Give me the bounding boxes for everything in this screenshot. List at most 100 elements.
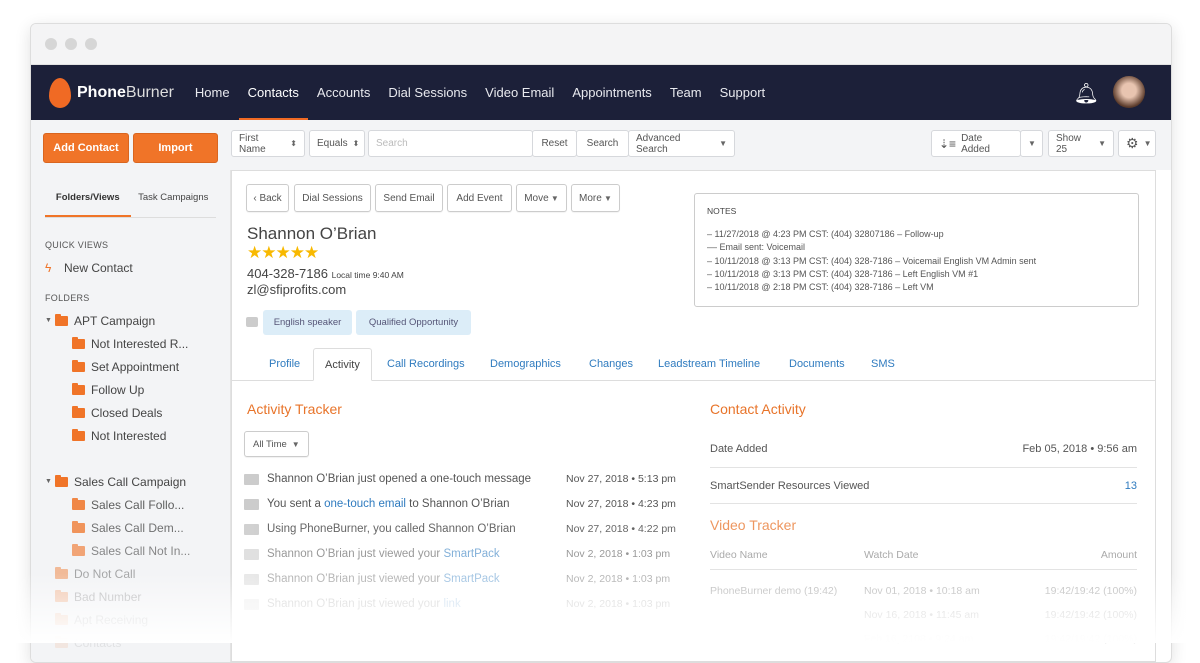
- tab-sms[interactable]: SMS: [860, 348, 906, 381]
- sort-icon: ⇣≡: [939, 136, 957, 151]
- close-dot[interactable]: [45, 38, 57, 50]
- add-event-button[interactable]: Add Event: [447, 184, 512, 212]
- field-select[interactable]: First Name ⬍: [231, 130, 305, 157]
- tab-activity[interactable]: Activity: [313, 348, 372, 381]
- folder-item[interactable]: Sales Call Not In...: [72, 539, 230, 562]
- activity-link[interactable]: one-touch email: [324, 498, 406, 510]
- folder-item[interactable]: Set Appointment: [72, 355, 230, 378]
- minimize-dot[interactable]: [65, 38, 77, 50]
- back-button[interactable]: ‹ Back: [246, 184, 289, 212]
- top-nav: Phone Burner Home Contacts Accounts Dial …: [31, 65, 1171, 120]
- send-email-button[interactable]: Send Email: [375, 184, 443, 212]
- folder-item[interactable]: Closed Deals: [72, 401, 230, 424]
- nav-dial-sessions[interactable]: Dial Sessions: [379, 65, 476, 120]
- divider: [710, 467, 1137, 468]
- quick-view-new-contact[interactable]: ϟ New Contact: [45, 256, 230, 279]
- contact-name: Shannon O’Brian: [247, 224, 377, 243]
- logo[interactable]: Phone Burner: [49, 77, 174, 108]
- nav-accounts[interactable]: Accounts: [308, 65, 379, 120]
- sort-select[interactable]: ⇣≡ Date Added: [931, 130, 1021, 157]
- advanced-search-button[interactable]: Advanced Search ▼: [628, 130, 735, 157]
- search-button[interactable]: Search: [576, 130, 629, 157]
- activity-date: Nov 2, 2018 • 1:03 pm: [566, 548, 671, 560]
- tab-call-recordings[interactable]: Call Recordings: [376, 348, 476, 381]
- folder-apt-campaign[interactable]: ▼ APT Campaign: [45, 309, 230, 332]
- activity-link[interactable]: SmartPack: [443, 573, 499, 585]
- nav-support[interactable]: Support: [711, 65, 775, 120]
- import-button[interactable]: Import: [133, 133, 218, 163]
- expand-icon: ▼: [45, 478, 52, 485]
- nav-video-email[interactable]: Video Email: [476, 65, 563, 120]
- folder-label: Sales Call Not In...: [91, 543, 191, 558]
- tag-icon: [246, 317, 258, 327]
- tag-qualified-opportunity[interactable]: Qualified Opportunity: [356, 310, 471, 335]
- contact-email[interactable]: zl@sfiprofits.com: [247, 282, 346, 297]
- tab-task-campaigns[interactable]: Task Campaigns: [131, 184, 217, 217]
- contact-phone[interactable]: 404-328-7186 Local time 9:40 AM: [247, 266, 404, 281]
- envelope-icon: [244, 498, 259, 510]
- maximize-dot[interactable]: [85, 38, 97, 50]
- title-bar: [31, 24, 1171, 65]
- search-input[interactable]: Search: [368, 130, 533, 157]
- nav-home[interactable]: Home: [186, 65, 239, 120]
- add-contact-button[interactable]: Add Contact: [43, 133, 129, 163]
- expand-icon: ▼: [45, 317, 52, 324]
- video-name: [710, 633, 864, 645]
- activity-link[interactable]: link: [443, 598, 460, 610]
- advanced-label: Advanced Search: [636, 132, 681, 155]
- date-added-row: Date Added Feb 05, 2018 • 9:56 am: [710, 443, 1137, 455]
- nav-team[interactable]: Team: [661, 65, 711, 120]
- reset-button[interactable]: Reset: [532, 130, 577, 157]
- nav-contacts[interactable]: Contacts: [238, 65, 309, 120]
- time-filter-select[interactable]: All Time ▼: [244, 431, 309, 457]
- phone-number[interactable]: 404-328-7186: [247, 266, 328, 281]
- folder-item[interactable]: Apt Receiving: [55, 608, 230, 631]
- tab-profile[interactable]: Profile: [258, 348, 311, 381]
- folder-item[interactable]: Not Interested R...: [72, 332, 230, 355]
- video-row: Feb 16, 2108 • 9:24 am 19:42/19:42 (100%): [710, 633, 1137, 645]
- activity-item: You sent a one-touch email to Shannon O’…: [244, 496, 684, 512]
- filter-value: All Time: [253, 438, 287, 450]
- operator-select[interactable]: Equals ⬍: [309, 130, 365, 157]
- header: Amount: [1100, 549, 1137, 561]
- value[interactable]: 13: [1125, 480, 1137, 492]
- folder-item[interactable]: Follow Up: [72, 378, 230, 401]
- bell-icon[interactable]: 🔔︎: [1074, 81, 1099, 106]
- avatar[interactable]: [1113, 76, 1145, 108]
- tab-demographics[interactable]: Demographics: [479, 348, 572, 381]
- tag-english-speaker[interactable]: English speaker: [263, 310, 352, 335]
- folder-item[interactable]: Not Interested: [72, 424, 230, 447]
- folder-item[interactable]: Bad Number: [55, 585, 230, 608]
- folder-icon: [72, 543, 85, 556]
- dial-sessions-button[interactable]: Dial Sessions: [294, 184, 371, 212]
- activity-text: Shannon O’Brian just viewed your SmartPa…: [267, 573, 566, 585]
- folder-item[interactable]: Sales Call Follo...: [72, 493, 230, 516]
- header: Video Name: [710, 549, 768, 561]
- folder-label: APT Campaign: [74, 313, 156, 328]
- more-button[interactable]: More ▼: [571, 184, 620, 212]
- settings-button[interactable]: ⚙ ▼: [1118, 130, 1156, 157]
- folder-icon: [55, 566, 68, 579]
- show-select[interactable]: Show 25 ▼: [1048, 130, 1114, 157]
- folder-sales-call-campaign[interactable]: ▼ Sales Call Campaign: [45, 470, 230, 493]
- move-button[interactable]: Move ▼: [516, 184, 567, 212]
- folder-item[interactable]: Sales Call Dem...: [72, 516, 230, 539]
- star-icon: ★: [275, 243, 291, 262]
- tab-documents[interactable]: Documents: [778, 348, 856, 381]
- folder-icon: [72, 497, 85, 510]
- caret-down-icon: ▼: [548, 193, 559, 203]
- star-rating[interactable]: ★★★★★: [247, 243, 319, 263]
- folder-item[interactable]: Do Not Call: [55, 562, 230, 585]
- caret-down-icon: ▼: [291, 439, 300, 449]
- activity-text: Shannon O’Brian just viewed your SmartPa…: [267, 548, 566, 560]
- caret-down-icon: ▼: [1028, 139, 1036, 148]
- folder-icon: [55, 474, 68, 487]
- sort-dropdown[interactable]: ▼: [1020, 130, 1043, 157]
- tab-folders-views[interactable]: Folders/Views: [45, 184, 131, 217]
- tab-changes[interactable]: Changes: [578, 348, 644, 381]
- local-time: Local time 9:40 AM: [331, 270, 404, 280]
- activity-link[interactable]: SmartPack: [443, 548, 499, 560]
- nav-appointments[interactable]: Appointments: [563, 65, 661, 120]
- tab-leadstream-timeline[interactable]: Leadstream Timeline: [647, 348, 771, 381]
- activity-date: Nov 27, 2018 • 4:22 pm: [566, 523, 676, 535]
